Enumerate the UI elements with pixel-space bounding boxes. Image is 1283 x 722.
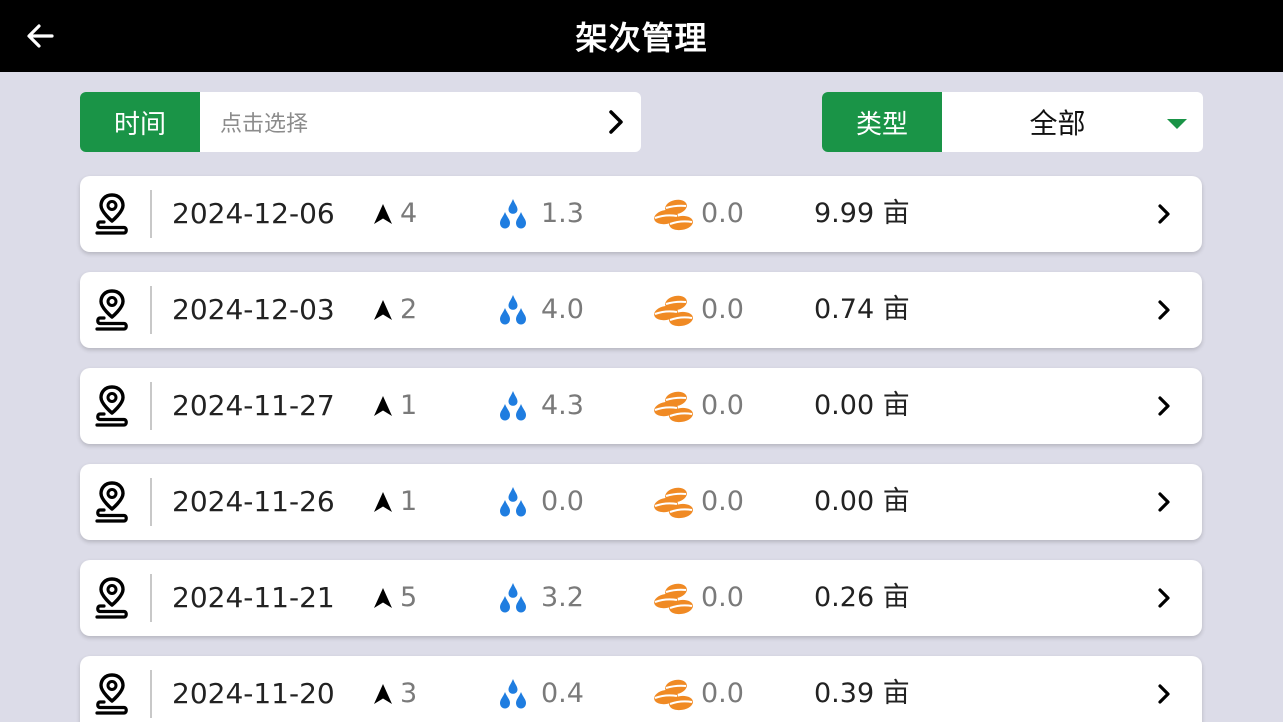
record-date: 2024-11-21 — [172, 581, 335, 614]
water-drops-icon — [498, 486, 528, 520]
seeds-icon — [652, 678, 694, 712]
navigation-arrow-icon — [373, 203, 393, 225]
caret-down-icon — [1167, 119, 1187, 129]
water-drops-icon — [498, 678, 528, 712]
seeds-icon — [652, 390, 694, 424]
seeds-icon — [652, 294, 694, 328]
record-flight-count: 3 — [400, 678, 418, 709]
water-drops-icon — [498, 390, 528, 424]
map-pin-icon — [94, 288, 130, 332]
chevron-right-icon — [1152, 298, 1176, 322]
divider — [150, 190, 152, 238]
record-spray-amount: 1.3 — [541, 198, 584, 229]
seeds-icon — [652, 486, 694, 520]
divider — [150, 286, 152, 334]
seeds-icon — [652, 198, 694, 232]
map-pin-icon — [94, 384, 130, 428]
record-date: 2024-11-20 — [172, 677, 335, 710]
record-seed-amount: 0.0 — [701, 390, 744, 421]
record-area: 0.00 亩 — [814, 486, 910, 517]
record-flight-count: 2 — [400, 294, 418, 325]
type-filter: 类型 全部 — [822, 92, 1203, 152]
record-seed-amount: 0.0 — [701, 294, 744, 325]
flight-record-card[interactable]: 2024-12-06 4 1.3 0.0 9.99 亩 — [80, 176, 1202, 252]
record-spray-amount: 4.0 — [541, 294, 584, 325]
map-pin-icon — [94, 576, 130, 620]
divider — [150, 574, 152, 622]
map-pin-icon — [94, 192, 130, 236]
navigation-arrow-icon — [373, 395, 393, 417]
divider — [150, 478, 152, 526]
navigation-arrow-icon — [373, 587, 393, 609]
record-date: 2024-12-03 — [172, 293, 335, 326]
divider — [150, 670, 152, 718]
seeds-icon — [652, 582, 694, 616]
record-flight-count: 1 — [400, 390, 418, 421]
record-area: 9.99 亩 — [814, 198, 910, 229]
flight-record-card[interactable]: 2024-12-03 2 4.0 0.0 0.74 亩 — [80, 272, 1202, 348]
page-title: 架次管理 — [575, 19, 708, 57]
chevron-right-icon — [1152, 586, 1176, 610]
type-filter-label: 类型 — [822, 92, 942, 152]
flight-record-card[interactable]: 2024-11-21 5 3.2 0.0 0.26 亩 — [80, 560, 1202, 636]
record-spray-amount: 0.4 — [541, 678, 584, 709]
record-date: 2024-12-06 — [172, 197, 335, 230]
record-area: 0.74 亩 — [814, 294, 910, 325]
map-pin-icon — [94, 480, 130, 524]
record-date: 2024-11-27 — [172, 389, 335, 422]
record-area: 0.00 亩 — [814, 390, 910, 421]
chevron-right-icon — [1152, 202, 1176, 226]
chevron-right-icon — [1152, 394, 1176, 418]
water-drops-icon — [498, 198, 528, 232]
app-header: 架次管理 — [0, 0, 1283, 72]
record-flight-count: 4 — [400, 198, 418, 229]
navigation-arrow-icon — [373, 299, 393, 321]
flight-record-card[interactable]: 2024-11-27 1 4.3 0.0 0.00 亩 — [80, 368, 1202, 444]
time-filter: 时间 点击选择 — [80, 92, 641, 152]
chevron-right-icon — [1152, 682, 1176, 706]
record-seed-amount: 0.0 — [701, 486, 744, 517]
water-drops-icon — [498, 582, 528, 616]
time-picker[interactable]: 点击选择 — [200, 92, 641, 152]
record-spray-amount: 4.3 — [541, 390, 584, 421]
record-seed-amount: 0.0 — [701, 198, 744, 229]
record-spray-amount: 0.0 — [541, 486, 584, 517]
type-dropdown-value: 全部 — [1029, 107, 1086, 140]
flight-record-card[interactable]: 2024-11-20 3 0.4 0.0 0.39 亩 — [80, 656, 1202, 722]
record-seed-amount: 0.0 — [701, 678, 744, 709]
record-seed-amount: 0.0 — [701, 582, 744, 613]
navigation-arrow-icon — [373, 491, 393, 513]
record-spray-amount: 3.2 — [541, 582, 584, 613]
record-area: 0.39 亩 — [814, 678, 910, 709]
map-pin-icon — [94, 672, 130, 716]
divider — [150, 382, 152, 430]
type-dropdown[interactable]: 全部 — [942, 92, 1203, 152]
navigation-arrow-icon — [373, 683, 393, 705]
flight-record-card[interactable]: 2024-11-26 1 0.0 0.0 0.00 亩 — [80, 464, 1202, 540]
time-filter-label: 时间 — [80, 92, 200, 152]
time-picker-placeholder: 点击选择 — [220, 112, 309, 137]
chevron-right-icon — [1152, 490, 1176, 514]
record-flight-count: 1 — [400, 486, 418, 517]
water-drops-icon — [498, 294, 528, 328]
chevron-right-icon — [609, 110, 623, 134]
record-date: 2024-11-26 — [172, 485, 335, 518]
record-area: 0.26 亩 — [814, 582, 910, 613]
record-flight-count: 5 — [400, 582, 418, 613]
